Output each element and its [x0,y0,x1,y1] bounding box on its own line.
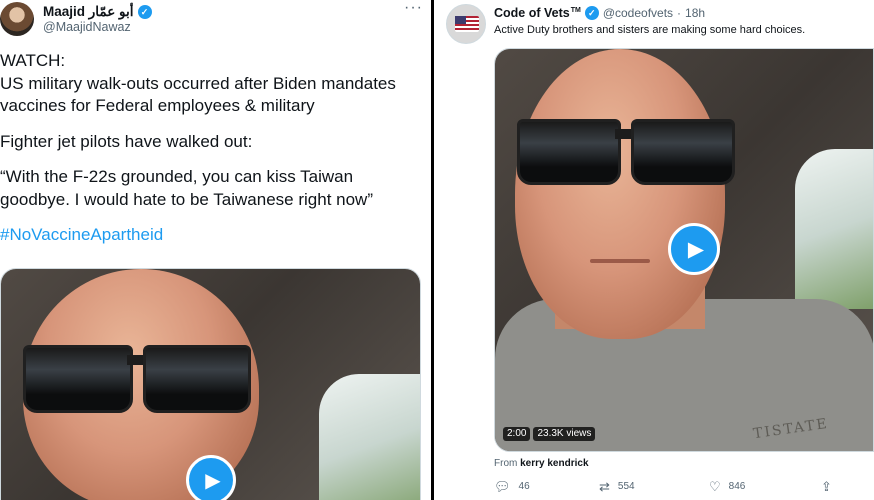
video-stats: 2:00 23.3K views [503,427,596,441]
tweet-text: WATCH: US military walk-outs occurred af… [0,50,420,247]
sunglasses [23,345,253,415]
video-player[interactable]: TISTATE ▶ 2:00 23.3K views [494,48,874,452]
reply-icon: 💬︎ [494,479,511,494]
tweet-paragraph: WATCH: US military walk-outs occurred af… [0,51,396,115]
retweet-count: 554 [617,481,635,492]
more-icon[interactable]: ··· [404,0,423,16]
tweet-actions: 💬︎ 46 ⇄ 554 ♡ 846 ⇪ [494,480,874,496]
from-user-link[interactable]: kerry kendrick [520,458,588,469]
like-count: 846 [728,481,746,492]
video-player[interactable]: ▶ [0,268,421,500]
view-count: 23.3K views [533,427,596,441]
handle[interactable]: @MaajidNawaz [43,20,131,34]
tweet-paragraph: “With the F-22s grounded, you can kiss T… [0,167,373,209]
display-name[interactable]: Code of VetsTM [494,6,581,20]
separator: · [677,6,682,20]
flag-icon [455,16,479,32]
heart-icon: ♡ [709,479,721,494]
play-button[interactable]: ▶ [668,223,720,275]
share-button[interactable]: ⇪ [821,480,832,493]
trademark-mark: TM [570,6,581,14]
verified-badge-icon: ✓ [584,6,599,20]
hashtag-link[interactable]: #NoVaccineApartheid [0,224,420,247]
author-row: Maajid أبو عمّار ✓ [43,4,152,20]
retweet-icon: ⇄ [599,479,610,494]
verified-badge-icon: ✓ [137,5,152,19]
tweet-paragraph: Fighter jet pilots have walked out: [0,131,253,151]
car-window [319,374,420,500]
video-thumbnail-mouth [590,259,650,263]
author-row: Code of VetsTM ✓ @codeofvets · 18h [494,6,705,20]
play-button[interactable]: ▶ [186,455,236,500]
timestamp[interactable]: 18h [685,6,705,20]
handle[interactable]: @codeofvets [603,6,673,20]
retweet-button[interactable]: ⇄ 554 [599,480,635,493]
tweet-text: Active Duty brothers and sisters are mak… [494,24,806,36]
left-tweet: Maajid أبو عمّار ✓ @MaajidNawaz ··· WATC… [0,0,431,500]
video-attribution: From kerry kendrick [494,458,589,469]
display-name[interactable]: Maajid أبو عمّار [43,4,134,20]
from-label: From [494,458,518,469]
video-duration: 2:00 [503,427,531,441]
play-icon: ▶ [687,237,705,261]
reply-button[interactable]: 💬︎ 46 [494,480,530,493]
share-icon: ⇪ [821,479,832,494]
video-thumbnail-head [515,49,725,339]
like-button[interactable]: ♡ 846 [709,480,745,493]
play-icon: ▶ [205,469,221,492]
reply-count: 46 [518,481,530,492]
sunglasses [517,119,737,189]
avatar[interactable] [446,4,486,44]
avatar[interactable] [0,2,34,36]
car-window [795,149,873,309]
right-tweet: Code of VetsTM ✓ @codeofvets · 18h Activ… [434,0,874,500]
